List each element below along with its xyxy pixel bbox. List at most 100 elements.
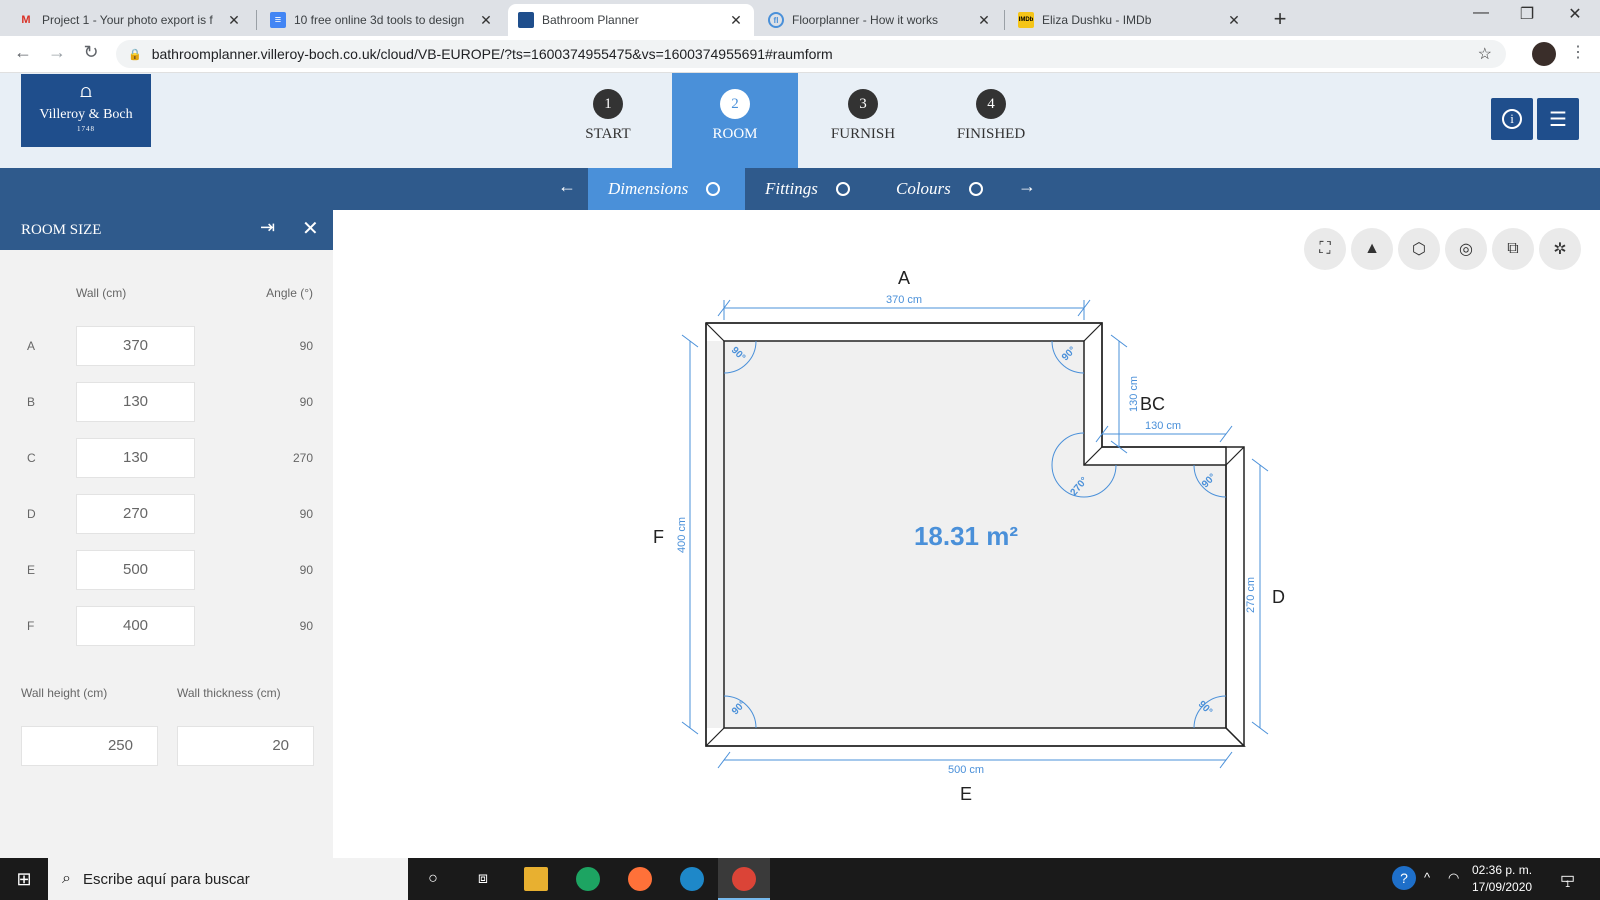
edge-icon[interactable] [680,867,704,891]
windows-taskbar: ⊞ ⌕ Escribe aquí para buscar ○ ⧈ ? ^ ◠ 0… [0,858,1600,900]
wall-label-a: A [898,268,910,288]
collapse-panel-icon[interactable]: ⇥ [260,217,275,238]
subtab-dimensions[interactable]: Dimensions [588,168,745,210]
wall-d-input[interactable]: 270 [76,494,195,534]
taskbar-clock[interactable]: 02:36 p. m. 17/09/2020 [1472,862,1532,896]
chrome-profile-icon [732,867,756,891]
close-icon[interactable]: ✕ [478,12,494,29]
circle-icon [835,182,850,196]
taskbar-search-placeholder: Escribe aquí para buscar [82,870,250,888]
wall-label-d: D [1272,587,1285,607]
wall-column-header: Wall (cm) [76,286,127,300]
sub-navigation: ← Dimensions Fittings Colours → [0,168,1600,210]
angle-value: 90 [299,507,313,521]
firefox-icon[interactable] [628,867,652,891]
angle-value: 90 [299,619,313,633]
forward-arrow-icon[interactable]: → [44,42,70,63]
tab-separator [1004,10,1005,30]
file-explorer-icon[interactable] [524,867,548,891]
wall-thickness-label: Wall thickness (cm) [177,686,281,700]
browser-menu-icon[interactable]: ⋮ [1570,42,1586,62]
address-bar-row: ← → ↻ 🔒 bathroomplanner.villeroy-boch.co… [0,36,1600,73]
wall-corner [705,322,725,342]
window-close-icon[interactable]: ✕ [1552,4,1598,24]
active-chrome-task[interactable] [718,858,770,900]
new-tab-plus-icon[interactable]: + [1266,6,1294,32]
floor-plan-canvas[interactable]: ⛶ ▲ ⬡ ◎ ⧉ ✲ 90° 90° 270° 90° 90° 90° 370… [333,210,1600,858]
info-icon: i [1502,109,1522,129]
wall-height-input[interactable]: 250 [21,726,158,766]
task-view-icon[interactable]: ⧈ [471,867,495,891]
dim-d-label: 270 cm [1245,577,1257,613]
villeroy-boch-logo[interactable]: ⩍ Villeroy & Boch 1748 [21,74,151,147]
wall-b-input[interactable]: 130 [76,382,195,422]
wall-letter: C [27,451,36,465]
step-room[interactable]: 2 ROOM [672,73,798,168]
taskbar-search[interactable]: ⌕ Escribe aquí para buscar [48,858,408,900]
floorplanner-icon: fl [768,12,784,28]
wall-letter: A [27,339,36,353]
url-field[interactable]: 🔒 bathroomplanner.villeroy-boch.co.uk/cl… [116,40,1506,68]
wall-c-input[interactable]: 130 [76,438,195,478]
browser-tab-gmail[interactable]: M Project 1 - Your photo export is f ✕ [8,4,252,36]
subnav-prev-arrow-icon[interactable]: ← [555,176,579,197]
notifications-icon[interactable]: ▭1 [1560,868,1580,889]
vb-icon [518,12,534,28]
subnav-next-arrow-icon[interactable]: → [1015,176,1039,197]
wall-e-input[interactable]: 500 [76,550,195,590]
room-size-panel: ROOM SIZE ⇥ ✕ Wall (cm) Angle (°) A 370 … [0,210,333,858]
browser-tab-bathroom-planner[interactable]: Bathroom Planner ✕ [508,4,754,36]
show-hidden-icons-icon[interactable]: ^ [1424,870,1430,885]
gmail-icon: M [21,14,31,26]
wall-corner [1083,446,1103,466]
step-furnish[interactable]: 3 FURNISH [800,73,926,168]
minimize-icon[interactable]: — [1458,4,1504,22]
dim-f-label: 400 cm [676,517,688,553]
wall-a-input[interactable]: 370 [76,326,195,366]
browser-tab-floorplanner[interactable]: fl Floorplanner - How it works ✕ [758,4,1002,36]
cortana-icon[interactable]: ○ [421,867,445,891]
url-text: bathroomplanner.villeroy-boch.co.uk/clou… [151,46,833,62]
profile-avatar[interactable] [1532,42,1556,66]
wall-corner [1083,322,1103,342]
close-icon[interactable]: ✕ [728,12,744,29]
imdb-icon: IMDb [1018,12,1034,28]
hamburger-icon: ☰ [1549,108,1567,131]
wall-thickness-input[interactable]: 20 [177,726,314,766]
chrome-icon[interactable] [576,867,600,891]
panel-header: ROOM SIZE ⇥ ✕ [0,210,333,250]
close-icon[interactable]: ✕ [302,216,319,241]
angle-value: 90 [299,395,313,409]
reload-icon[interactable]: ↻ [78,42,104,63]
close-icon[interactable]: ✕ [1226,12,1242,29]
close-icon[interactable]: ✕ [976,12,992,29]
help-tray-icon[interactable]: ? [1392,866,1416,890]
wall-height-label: Wall height (cm) [21,686,108,700]
wall-f-input[interactable]: 400 [76,606,195,646]
dim-c-label: 130 cm [1145,420,1181,432]
subtab-fittings[interactable]: Fittings [745,168,873,210]
subtab-colours[interactable]: Colours [876,168,1008,210]
dim-e-label: 500 cm [948,764,984,776]
search-icon: ⌕ [62,870,71,887]
close-icon[interactable]: ✕ [226,12,242,29]
step-finished[interactable]: 4 FINISHED [928,73,1054,168]
circle-icon [706,182,721,196]
wall-corner [1225,727,1245,747]
bookmark-star-icon[interactable]: ☆ [1478,44,1492,64]
browser-tab-docs[interactable]: ≡ 10 free online 3d tools to design ✕ [260,4,504,36]
menu-button[interactable]: ☰ [1537,98,1579,140]
windows-start-icon[interactable]: ⊞ [0,858,48,900]
app-header: ⩍ Villeroy & Boch 1748 1 START 2 ROOM 3 … [0,73,1600,168]
angle-column-header: Angle (°) [266,286,313,300]
browser-tab-imdb[interactable]: IMDb Eliza Dushku - IMDb ✕ [1008,4,1252,36]
info-button[interactable]: i [1491,98,1533,140]
wall-letter: B [27,395,36,409]
wall-label-f: F [653,527,664,547]
wifi-icon[interactable]: ◠ [1448,870,1459,886]
restore-icon[interactable]: ❐ [1504,4,1550,24]
back-arrow-icon[interactable]: ← [10,42,36,63]
browser-tab-strip: M Project 1 - Your photo export is f ✕ ≡… [0,0,1600,36]
step-start[interactable]: 1 START [545,73,671,168]
logo-mark-icon: ⩍ [80,81,92,101]
